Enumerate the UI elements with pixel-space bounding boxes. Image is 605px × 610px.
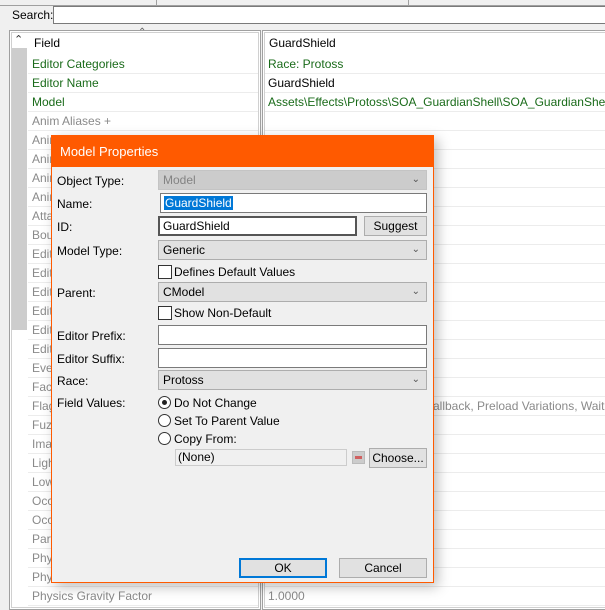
set-to-parent-radio[interactable]: Set To Parent Value — [158, 414, 280, 428]
id-label: ID: — [57, 220, 73, 234]
chevron-down-icon: ⌄ — [411, 174, 420, 185]
field-row[interactable]: Editor Categories — [28, 55, 258, 74]
copy-from-field: (None) — [175, 449, 347, 466]
suggest-label: Suggest — [373, 219, 418, 233]
collapse-up-icon[interactable]: ⌃ — [14, 33, 23, 46]
radio-icon — [158, 414, 171, 427]
suggest-button[interactable]: Suggest — [364, 216, 427, 236]
value-row[interactable]: Assets\Effects\Protoss\SOA_GuardianShell… — [265, 93, 605, 112]
model-properties-dialog: Model Properties Object Type: Model ⌄ Nam… — [51, 135, 434, 583]
name-label: Name: — [57, 197, 93, 211]
chevron-down-icon: ⌄ — [411, 286, 420, 297]
value-row[interactable] — [265, 112, 605, 131]
radio-label: Copy From: — [174, 432, 237, 446]
value-row[interactable]: Race: Protoss — [265, 55, 605, 74]
name-value: GuardShield — [164, 196, 233, 210]
parent-label: Parent: — [57, 286, 96, 300]
search-label: Search: — [12, 8, 54, 22]
editor-suffix-label: Editor Suffix: — [57, 352, 125, 366]
copy-from-radio[interactable]: Copy From: — [158, 432, 237, 446]
search-input[interactable] — [53, 6, 605, 24]
race-select[interactable]: Protoss ⌄ — [158, 370, 427, 390]
object-type-value: Model — [163, 173, 196, 187]
id-input[interactable]: GuardShield — [158, 216, 357, 236]
field-column-header[interactable]: Field — [34, 33, 60, 55]
object-type-label: Object Type: — [57, 174, 125, 188]
chevron-down-icon: ⌄ — [411, 244, 420, 255]
parent-value: CModel — [163, 285, 205, 299]
dialog-title: Model Properties — [52, 136, 433, 167]
editor-suffix-input[interactable] — [158, 348, 427, 368]
race-value: Protoss — [163, 373, 204, 387]
editor-prefix-label: Editor Prefix: — [57, 329, 126, 343]
sort-ascending-icon: ⌃ — [138, 27, 147, 38]
do-not-change-radio[interactable]: Do Not Change — [158, 396, 257, 410]
model-type-value: Generic — [163, 243, 206, 257]
show-non-default-checkbox[interactable]: Show Non-Default — [158, 306, 271, 320]
value-row[interactable]: GuardShield — [265, 74, 605, 93]
radio-label: Do Not Change — [174, 396, 257, 410]
radio-icon — [158, 432, 171, 445]
field-row[interactable]: Anim Aliases + — [28, 112, 258, 131]
race-label: Race: — [57, 374, 89, 388]
object-type-select[interactable]: Model ⌄ — [158, 170, 427, 190]
field-row[interactable]: Editor Name — [28, 74, 258, 93]
ok-label: OK — [274, 561, 292, 575]
clear-icon[interactable] — [352, 451, 365, 464]
editor-prefix-input[interactable] — [158, 325, 427, 345]
parent-select[interactable]: CModel ⌄ — [158, 282, 427, 302]
name-input[interactable]: GuardShield — [160, 193, 427, 213]
model-type-select[interactable]: Generic ⌄ — [158, 240, 427, 260]
value-column-header: GuardShield — [269, 36, 336, 50]
field-values-label: Field Values: — [57, 396, 126, 410]
choose-label: Choose... — [372, 451, 424, 465]
radio-label: Set To Parent Value — [174, 414, 280, 428]
cancel-label: Cancel — [364, 561, 402, 575]
cancel-button[interactable]: Cancel — [339, 558, 427, 578]
value-row[interactable]: 1.0000 — [265, 587, 605, 606]
ok-button[interactable]: OK — [239, 558, 327, 578]
model-type-label: Model Type: — [57, 244, 123, 258]
defines-default-values-checkbox[interactable]: Defines Default Values — [158, 265, 295, 279]
field-row[interactable]: Physics Gravity Factor — [28, 587, 258, 606]
chevron-down-icon: ⌄ — [411, 374, 420, 385]
radio-selected-icon — [158, 396, 171, 409]
field-row[interactable]: Model — [28, 93, 258, 112]
row-gutter — [12, 48, 27, 330]
choose-button[interactable]: Choose... — [369, 448, 427, 468]
